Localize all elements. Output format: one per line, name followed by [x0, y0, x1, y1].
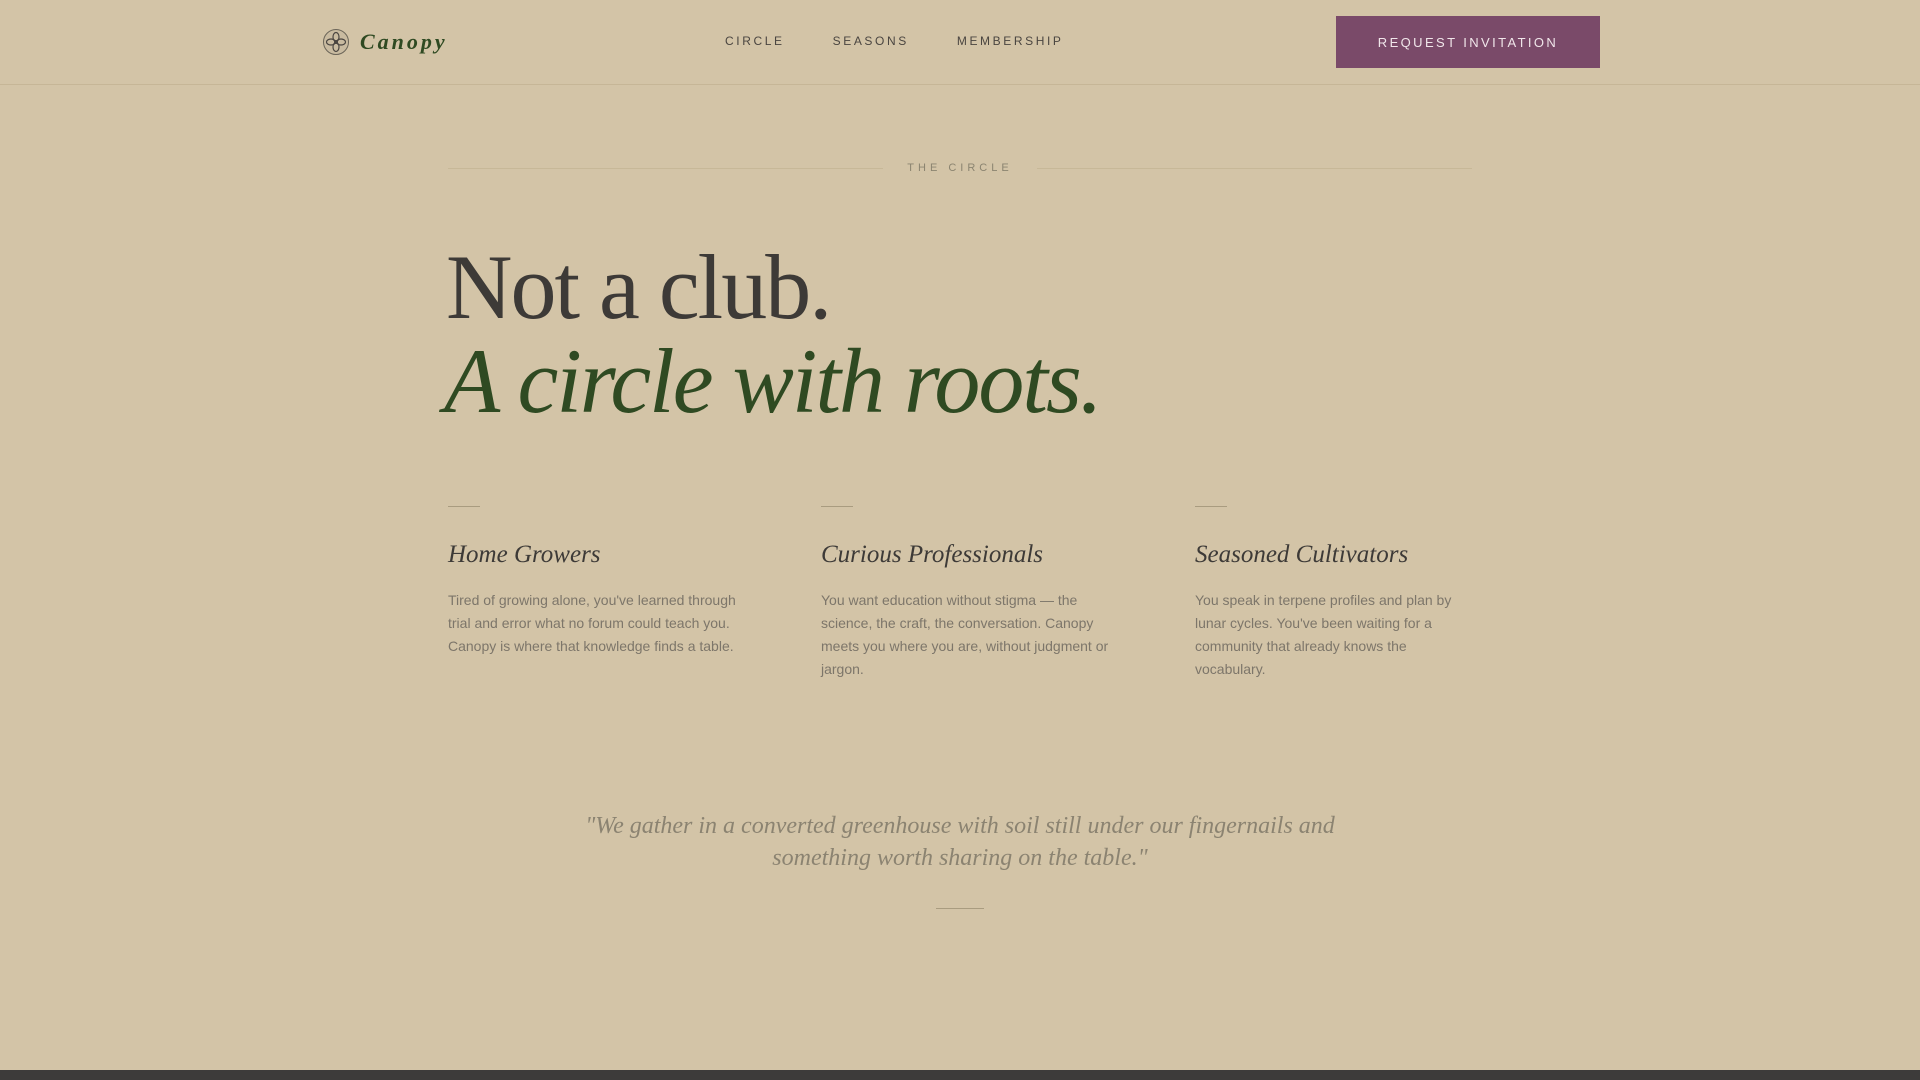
column-home-growers: Home Growers Tired of growing alone, you…: [448, 506, 738, 658]
request-invitation-button[interactable]: REQUEST INVITATION: [1336, 16, 1600, 68]
headline-secondary: A circle with roots.: [444, 330, 1103, 432]
column-rule: [1195, 506, 1227, 507]
footer-edge: [0, 1070, 1920, 1080]
brand-name: Canopy: [360, 29, 448, 54]
flower-emblem-icon: [323, 29, 349, 55]
column-rule: [821, 506, 853, 507]
eyebrow-label: THE CIRCLE: [907, 162, 1013, 174]
eyebrow-rule-left: [448, 167, 884, 169]
brand-logo[interactable]: Canopy: [322, 26, 448, 58]
section-eyebrow: THE CIRCLE: [448, 158, 1472, 178]
nav-membership[interactable]: MEMBERSHIP: [957, 34, 1064, 48]
column-body: Tired of growing alone, you've learned t…: [448, 592, 736, 654]
column-title: Seasoned Cultivators: [1195, 541, 1409, 568]
column-title: Curious Professionals: [821, 541, 1044, 568]
pull-quote: "We gather in a converted greenhouse wit…: [585, 813, 1335, 871]
column-body: You speak in terpene profiles and plan b…: [1195, 592, 1452, 677]
nav-circle[interactable]: CIRCLE: [725, 34, 785, 48]
column-body: You want education without stigma — the …: [821, 592, 1109, 677]
site-header: Canopy CIRCLE SEASONS MEMBERSHIP REQUEST…: [0, 0, 1920, 85]
nav-seasons[interactable]: SEASONS: [833, 34, 909, 48]
quote-divider: [936, 908, 984, 909]
column-seasoned-cultivators: Seasoned Cultivators You speak in terpen…: [1195, 506, 1475, 681]
main-nav: CIRCLE SEASONS MEMBERSHIP: [725, 34, 1064, 48]
column-rule: [448, 506, 480, 507]
column-curious-professionals: Curious Professionals You want education…: [821, 506, 1111, 681]
eyebrow-rule-right: [1036, 167, 1472, 169]
column-title: Home Growers: [448, 541, 601, 568]
